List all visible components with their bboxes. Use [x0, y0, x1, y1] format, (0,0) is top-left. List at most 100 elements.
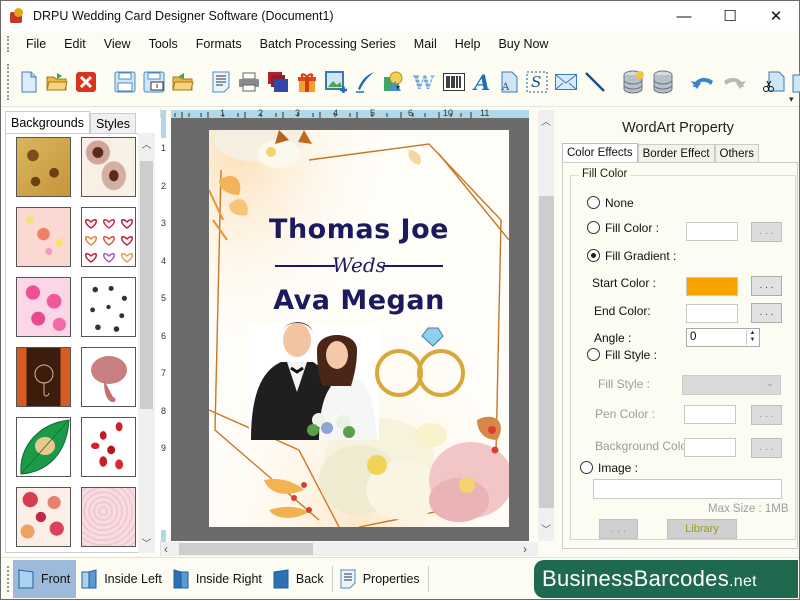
thumbnails-scroll-thumb[interactable] — [140, 161, 153, 409]
menu-edit[interactable]: Edit — [55, 33, 95, 55]
mail-button[interactable] — [555, 70, 577, 94]
start-color-swatch[interactable] — [686, 277, 738, 296]
save-as-button[interactable] — [143, 70, 165, 94]
page-back-button[interactable]: Back — [268, 560, 330, 598]
tab-border-effect[interactable]: Border Effect — [638, 144, 715, 163]
barcode-button[interactable] — [443, 70, 465, 94]
bg-thumb-pink-lace[interactable] — [81, 487, 136, 547]
database-button[interactable] — [652, 70, 674, 94]
bg-thumb-paisley-lace[interactable] — [81, 137, 136, 197]
menu-help[interactable]: Help — [446, 33, 490, 55]
toolbar-grip[interactable] — [7, 64, 9, 100]
scroll-left-icon[interactable]: ‹ — [164, 542, 176, 556]
save-button[interactable] — [114, 70, 136, 94]
start-color-picker-button[interactable]: . . . — [751, 276, 782, 296]
design-canvas[interactable]: Thomas Joe Weds Ava Megan — [171, 118, 529, 541]
minimize-button[interactable]: — — [661, 1, 707, 31]
canvas-vscroll-thumb[interactable] — [539, 196, 554, 508]
redo-button[interactable] — [722, 70, 746, 94]
export-button[interactable] — [172, 70, 194, 94]
wordart-button[interactable]: W — [412, 70, 436, 94]
new-button[interactable] — [19, 70, 39, 94]
angle-spinner[interactable]: 0▲▼ — [686, 328, 760, 347]
scroll-up-icon[interactable]: ︿ — [538, 112, 554, 129]
close-doc-button[interactable] — [75, 70, 97, 94]
menu-batch-processing-series[interactable]: Batch Processing Series — [251, 33, 405, 55]
toolbar-overflow-icon[interactable]: ▾ — [789, 94, 797, 104]
end-color-picker-button[interactable]: . . . — [751, 303, 782, 323]
groom-name[interactable]: Thomas Joe — [209, 214, 509, 245]
menu-mail[interactable]: Mail — [405, 33, 446, 55]
spinner-arrows-icon[interactable]: ▲▼ — [746, 330, 758, 345]
radio-fill-gradient[interactable] — [587, 249, 600, 262]
weds-text[interactable]: Weds — [209, 253, 509, 277]
bottom-bar-grip[interactable] — [7, 566, 11, 592]
menu-buy-now[interactable]: Buy Now — [489, 33, 557, 55]
insert-image-button[interactable] — [325, 70, 347, 94]
fill-color-swatch[interactable] — [686, 222, 738, 241]
shapes-button[interactable]: ▾ — [383, 70, 405, 94]
signature-button[interactable]: S — [526, 70, 548, 94]
menu-formats[interactable]: Formats — [187, 33, 251, 55]
fill-style-select[interactable]: ⌄ — [682, 375, 781, 395]
layers-button[interactable] — [267, 70, 289, 94]
scroll-down-icon[interactable]: ﹀ — [538, 520, 554, 537]
gift-button[interactable] — [296, 70, 318, 94]
thumbnails-scrollbar[interactable]: ︿ ﹀ — [138, 133, 155, 553]
page-front-button[interactable]: Front — [13, 560, 76, 598]
radio-none[interactable] — [587, 196, 600, 209]
radio-image[interactable] — [580, 461, 593, 474]
database-add-button[interactable] — [623, 70, 645, 94]
bg-thumb-ganesha-leaf[interactable] — [16, 417, 71, 477]
bg-thumb-golden-floral[interactable] — [16, 137, 71, 197]
tab-color-effects[interactable]: Color Effects — [562, 143, 638, 163]
scroll-right-icon[interactable]: › — [523, 542, 535, 556]
dropdown-arrow-icon[interactable]: ▾ — [394, 83, 403, 92]
image-path-field[interactable] — [593, 479, 782, 499]
maximize-button[interactable]: ☐ — [707, 1, 753, 31]
undo-button[interactable] — [691, 70, 715, 94]
tab-backgrounds[interactable]: Backgrounds — [5, 111, 90, 133]
bg-thumb-hearts-pattern[interactable] — [16, 487, 71, 547]
cut-button[interactable] — [763, 70, 785, 94]
canvas-hscroll-thumb[interactable] — [179, 543, 313, 555]
background-color-picker-button[interactable]: . . . — [751, 438, 782, 458]
bg-thumb-elephant-head[interactable] — [81, 347, 136, 407]
page-inside-right-button[interactable]: Inside Right — [168, 560, 268, 598]
pen-color-swatch[interactable] — [684, 405, 736, 424]
properties-button[interactable]: Properties — [335, 560, 426, 598]
canvas-vertical-scrollbar[interactable]: ︿ ﹀ — [538, 110, 554, 541]
pen-button[interactable] — [354, 70, 376, 94]
line-button[interactable] — [584, 70, 606, 94]
text-document-button[interactable] — [211, 70, 231, 94]
background-color-swatch[interactable] — [684, 438, 736, 457]
page-inside-left-button[interactable]: Inside Left — [76, 560, 168, 598]
end-color-swatch[interactable] — [686, 304, 738, 323]
copy-button[interactable] — [792, 70, 800, 94]
bg-thumb-couples-sketch[interactable] — [81, 277, 136, 337]
tab-styles[interactable]: Styles — [90, 113, 136, 133]
radio-fill-color[interactable] — [587, 221, 600, 234]
menu-grip[interactable] — [7, 36, 11, 52]
canvas-horizontal-scrollbar[interactable]: ‹ › — [161, 542, 538, 556]
fill-color-picker-button[interactable]: . . . — [751, 222, 782, 242]
scroll-up-icon[interactable]: ︿ — [138, 135, 155, 152]
bride-name[interactable]: Ava Megan — [209, 285, 509, 316]
text-file-button[interactable]: A — [499, 70, 519, 94]
image-browse-button[interactable]: . . . — [599, 519, 638, 539]
close-button[interactable]: ✕ — [753, 1, 799, 31]
menu-view[interactable]: View — [95, 33, 140, 55]
wedding-card[interactable]: Thomas Joe Weds Ava Megan — [209, 130, 509, 527]
radio-fill-style[interactable] — [587, 348, 600, 361]
menu-tools[interactable]: Tools — [140, 33, 187, 55]
open-button[interactable] — [46, 70, 68, 94]
library-button[interactable]: Library — [667, 519, 737, 539]
text-button[interactable]: A — [472, 70, 492, 94]
bg-thumb-pink-hearts[interactable] — [16, 277, 71, 337]
scroll-down-icon[interactable]: ﹀ — [138, 534, 155, 551]
bg-thumb-hearts-outline[interactable] — [81, 207, 136, 267]
tab-others[interactable]: Others — [715, 144, 760, 163]
bg-thumb-rose-petals[interactable] — [81, 417, 136, 477]
menu-file[interactable]: File — [17, 33, 55, 55]
pen-color-picker-button[interactable]: . . . — [751, 405, 782, 425]
